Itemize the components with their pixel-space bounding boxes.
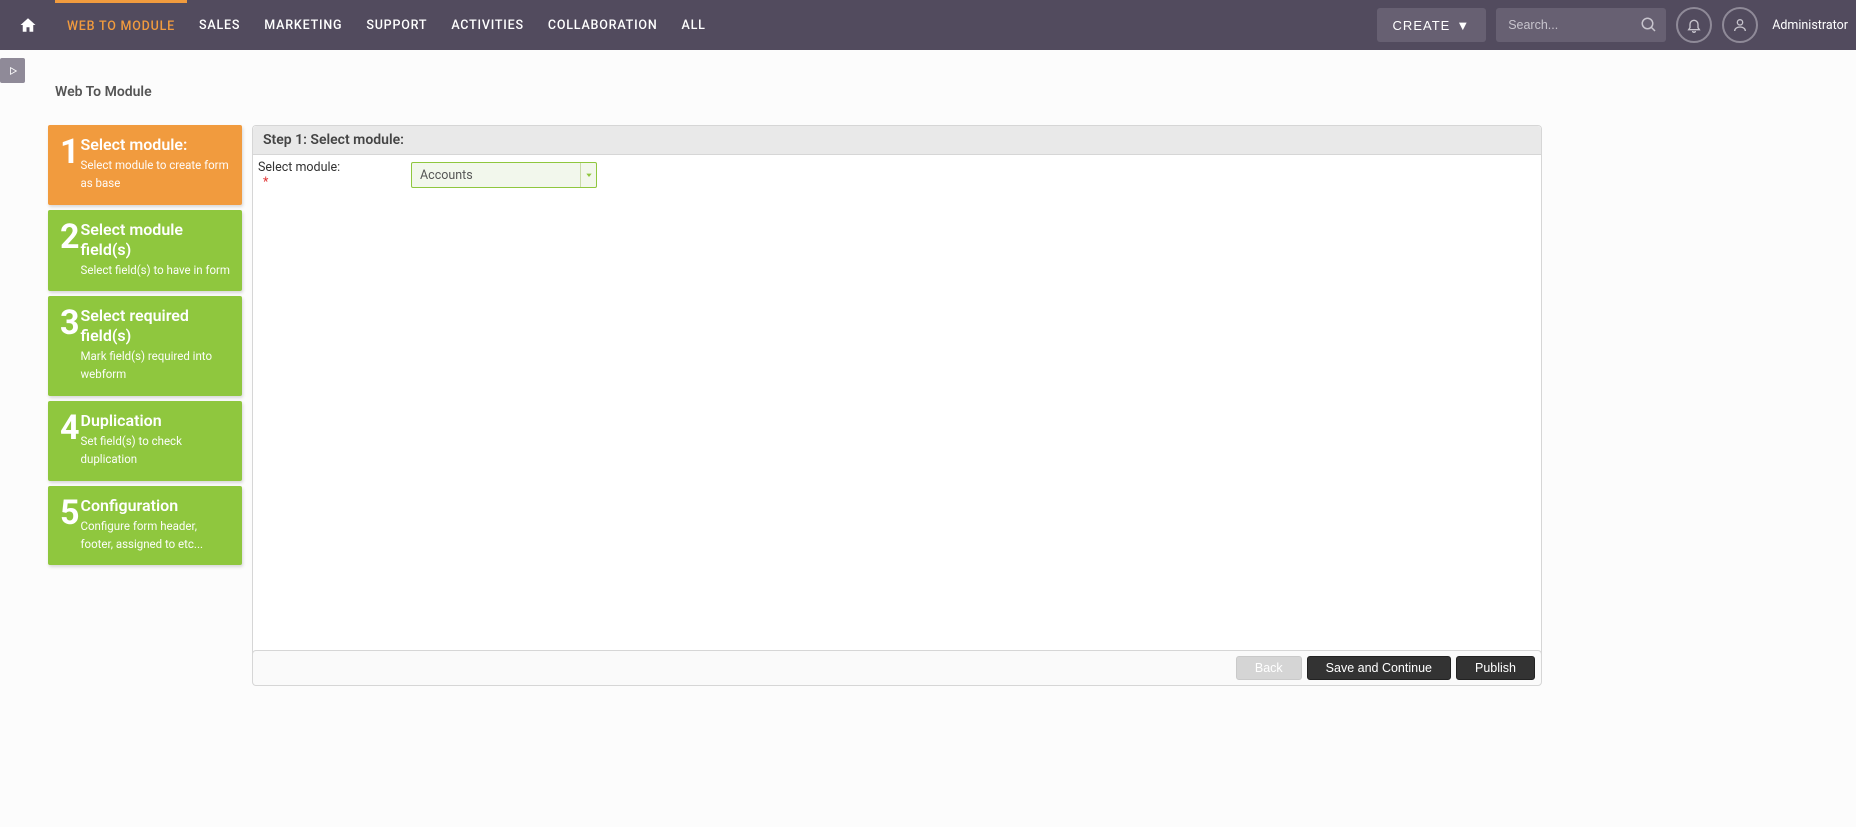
create-label: CREATE bbox=[1393, 18, 1451, 33]
step-number: 2 bbox=[60, 220, 80, 254]
panel-body: Select module: * Accounts bbox=[253, 155, 1541, 682]
step-number: 3 bbox=[60, 306, 80, 340]
nav-right: CREATE ▼ Administrator bbox=[1377, 0, 1856, 50]
nav-activities[interactable]: ACTIVITIES bbox=[439, 0, 536, 50]
step-title: Duplication bbox=[81, 411, 230, 431]
step-desc: Mark field(s) required into webform bbox=[81, 348, 230, 384]
nav-collaboration[interactable]: COLLABORATION bbox=[536, 0, 670, 50]
button-label: Save and Continue bbox=[1326, 661, 1432, 675]
nav-support[interactable]: SUPPORT bbox=[354, 0, 439, 50]
chevron-down-icon bbox=[580, 163, 596, 187]
create-button[interactable]: CREATE ▼ bbox=[1377, 8, 1487, 42]
main-container: 1 Select module: Select module to create… bbox=[48, 125, 1542, 683]
panel-header: Step 1: Select module: bbox=[253, 126, 1541, 155]
nav-left: WEB TO MODULE SALES MARKETING SUPPORT AC… bbox=[0, 0, 718, 50]
top-nav: WEB TO MODULE SALES MARKETING SUPPORT AC… bbox=[0, 0, 1856, 50]
step-body: Select module: Select module to create f… bbox=[81, 135, 230, 193]
step-body: Duplication Set field(s) to check duplic… bbox=[81, 411, 230, 469]
back-button[interactable]: Back bbox=[1236, 656, 1302, 680]
step-title: Select module: bbox=[81, 135, 230, 155]
step-number: 4 bbox=[60, 411, 80, 445]
button-label: Publish bbox=[1475, 661, 1516, 675]
chevron-down-icon: ▼ bbox=[1456, 18, 1470, 33]
play-icon bbox=[8, 66, 18, 76]
user-label: Administrator bbox=[1768, 18, 1848, 33]
nav-label: COLLABORATION bbox=[548, 18, 658, 33]
step-body: Configuration Configure form header, foo… bbox=[81, 496, 230, 554]
step-number: 5 bbox=[60, 496, 80, 530]
required-mark: * bbox=[263, 175, 268, 190]
step-desc: Configure form header, footer, assigned … bbox=[81, 518, 230, 554]
step-desc: Select module to create form as base bbox=[81, 157, 230, 193]
button-label: Back bbox=[1255, 661, 1283, 675]
user-menu-button[interactable] bbox=[1722, 7, 1758, 43]
step-3[interactable]: 3 Select required field(s) Mark field(s)… bbox=[48, 296, 242, 396]
step-title: Select module field(s) bbox=[81, 220, 230, 260]
form-row-select-module: Select module: * Accounts bbox=[258, 160, 1531, 190]
nav-label: WEB TO MODULE bbox=[67, 19, 175, 34]
field-label-text: Select module: bbox=[258, 160, 340, 175]
step-title: Configuration bbox=[81, 496, 230, 516]
step-body: Select required field(s) Mark field(s) r… bbox=[81, 306, 230, 384]
step-4[interactable]: 4 Duplication Set field(s) to check dupl… bbox=[48, 401, 242, 481]
content-panel: Step 1: Select module: Select module: * … bbox=[252, 125, 1542, 683]
module-select[interactable]: Accounts bbox=[411, 162, 597, 188]
step-title: Select required field(s) bbox=[81, 306, 230, 346]
action-bar: Back Save and Continue Publish bbox=[252, 650, 1542, 686]
side-expand-button[interactable] bbox=[0, 58, 25, 83]
step-2[interactable]: 2 Select module field(s) Select field(s)… bbox=[48, 210, 242, 292]
nav-label: ACTIVITIES bbox=[451, 18, 524, 33]
search-icon[interactable] bbox=[1640, 16, 1658, 34]
step-1[interactable]: 1 Select module: Select module to create… bbox=[48, 125, 242, 205]
nav-label: MARKETING bbox=[264, 18, 342, 33]
select-value: Accounts bbox=[420, 168, 473, 183]
nav-marketing[interactable]: MARKETING bbox=[252, 0, 354, 50]
steps-sidebar: 1 Select module: Select module to create… bbox=[48, 125, 242, 683]
search-wrap bbox=[1496, 8, 1666, 42]
nav-label: ALL bbox=[681, 18, 705, 33]
step-number: 1 bbox=[60, 135, 80, 169]
user-icon bbox=[1732, 17, 1748, 33]
bell-icon bbox=[1686, 17, 1702, 33]
publish-button[interactable]: Publish bbox=[1456, 656, 1535, 680]
step-desc: Set field(s) to check duplication bbox=[81, 433, 230, 469]
nav-label: SUPPORT bbox=[366, 18, 427, 33]
notifications-button[interactable] bbox=[1676, 7, 1712, 43]
field-label: Select module: * bbox=[258, 160, 353, 190]
step-desc: Select field(s) to have in form bbox=[81, 262, 230, 280]
home-icon bbox=[18, 16, 38, 34]
nav-sales[interactable]: SALES bbox=[187, 0, 252, 50]
page-title: Web To Module bbox=[55, 84, 152, 100]
nav-all[interactable]: ALL bbox=[669, 0, 717, 50]
step-5[interactable]: 5 Configuration Configure form header, f… bbox=[48, 486, 242, 566]
step-body: Select module field(s) Select field(s) t… bbox=[81, 220, 230, 280]
nav-label: SALES bbox=[199, 18, 240, 33]
save-continue-button[interactable]: Save and Continue bbox=[1307, 656, 1451, 680]
home-button[interactable] bbox=[0, 0, 55, 50]
nav-web-to-module[interactable]: WEB TO MODULE bbox=[55, 0, 187, 50]
